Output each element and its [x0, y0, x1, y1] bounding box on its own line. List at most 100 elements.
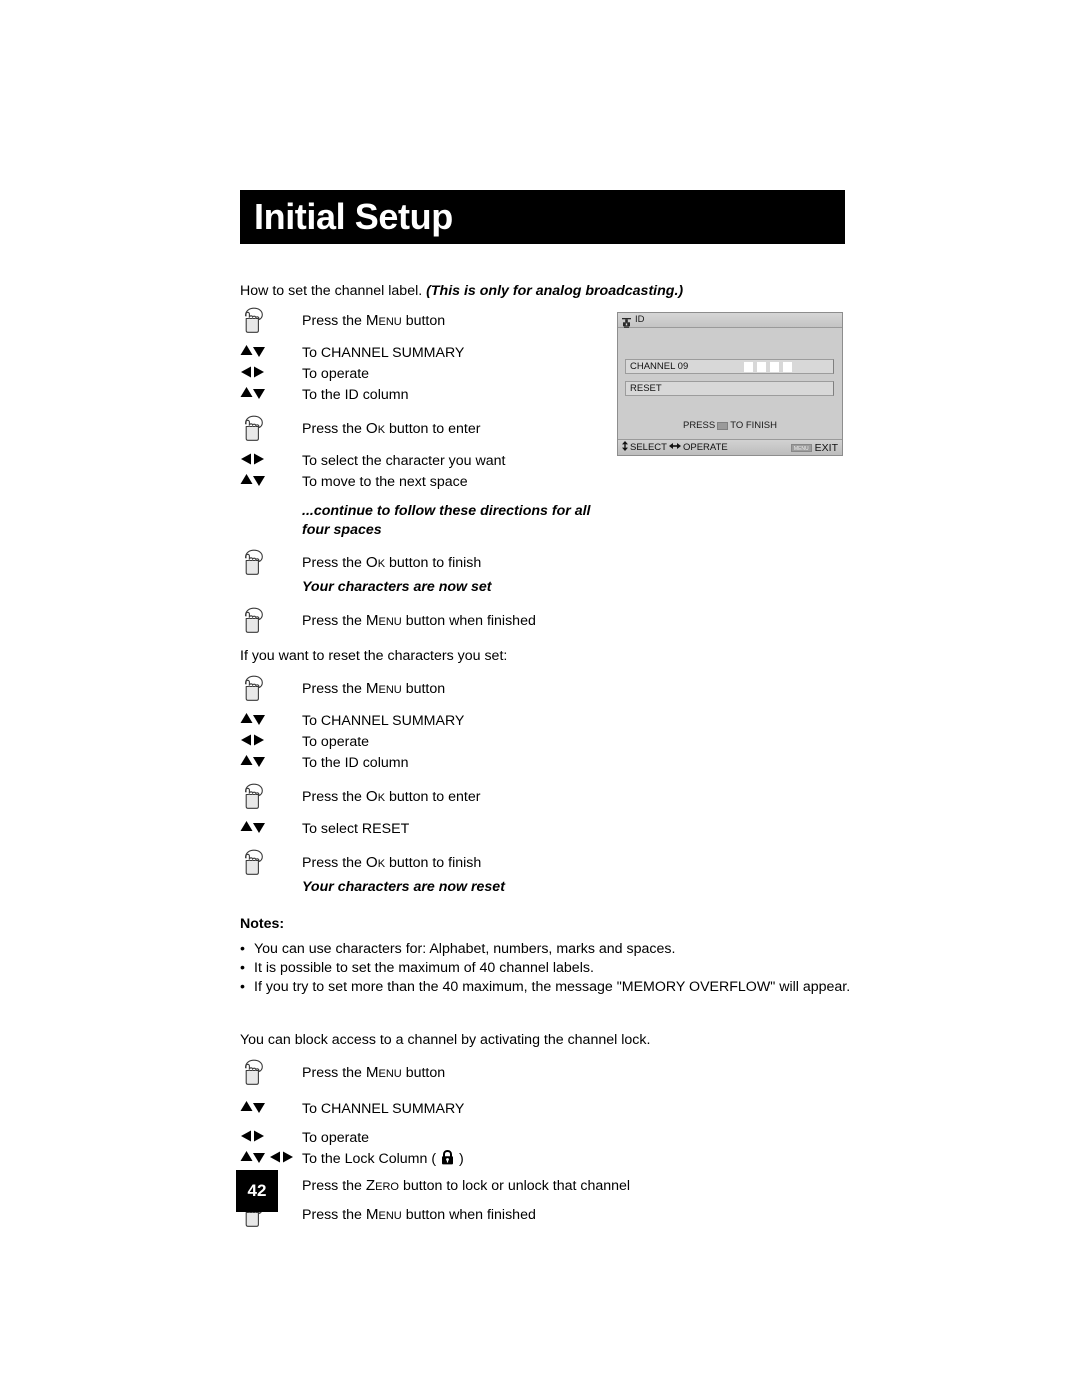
page-number: 42	[247, 1181, 267, 1200]
step-text: To CHANNEL SUMMARY	[302, 345, 465, 361]
step-text: Press the Ok button to enter	[302, 414, 480, 439]
hand-press-icon	[240, 606, 302, 634]
step-row: To operate	[240, 1128, 860, 1149]
step-text-before: To the Lock Column (	[302, 1151, 440, 1167]
step-text-after: button	[401, 1065, 446, 1081]
step-row: To the ID column	[240, 385, 860, 406]
step-text: Press the Menu button	[302, 674, 445, 699]
step-row: To operate	[240, 732, 860, 753]
step-text: To operate	[302, 366, 370, 382]
reset-section-heading: If you want to reset the characters you …	[240, 648, 508, 664]
step-text: To the ID column	[302, 755, 409, 771]
up-down-arrows-icon	[240, 1099, 302, 1114]
step-text-after: button	[401, 681, 446, 697]
result-note-row: Your characters are now reset	[240, 877, 860, 898]
intro-line: How to set the channel label. (This is o…	[240, 282, 860, 300]
step-text-before: Press the	[302, 421, 366, 437]
hand-press-icon	[240, 674, 302, 702]
intro-emphasis: (This is only for analog broadcasting.)	[426, 283, 684, 299]
step-text-after: button to finish	[385, 855, 482, 871]
step-text-after: button	[401, 313, 446, 329]
section-set-steps: Press the Menu button To CHANNEL SUMMARY	[240, 306, 860, 635]
step-text: To CHANNEL SUMMARY	[302, 713, 465, 729]
step-text: To CHANNEL SUMMARY	[302, 1101, 465, 1117]
no-icon	[240, 501, 302, 502]
left-right-arrows-icon	[240, 451, 302, 466]
step-text-after: button when finished	[401, 613, 536, 629]
step-row: To operate	[240, 364, 860, 385]
step-text-before: Press the	[302, 1065, 366, 1081]
intro-label: How to set the channel label.	[240, 283, 423, 299]
step-text-after: button when finished	[401, 1207, 536, 1223]
hand-press-icon	[240, 548, 302, 576]
note-list-item: • If you try to set more than the 40 max…	[240, 978, 860, 996]
note-list-item: • You can use characters for: Alphabet, …	[240, 940, 860, 958]
no-icon	[240, 877, 302, 878]
bullet-icon: •	[240, 941, 245, 957]
bullet-icon: •	[240, 979, 245, 995]
step-text-before: Press the	[302, 555, 366, 571]
step-text: Press the Ok button to enter	[302, 782, 480, 807]
hand-press-icon	[240, 414, 302, 442]
up-down-arrows-icon	[240, 753, 302, 768]
keycap-label: Menu	[365, 312, 402, 329]
step-text-before: Press the	[302, 855, 366, 871]
result-note: Your characters are now set	[302, 579, 492, 595]
step-text: To the Lock Column ( )	[302, 1149, 464, 1171]
step-text: Press the Ok button to finish	[302, 548, 481, 573]
hand-press-icon	[240, 306, 302, 334]
step-text-after: )	[455, 1151, 464, 1167]
up-down-arrows-icon	[240, 385, 302, 400]
hand-press-icon	[240, 782, 302, 810]
note-text: It is possible to set the maximum of 40 …	[254, 960, 594, 976]
left-right-arrows-icon	[240, 732, 302, 747]
step-text: To move to the next space	[302, 474, 468, 490]
step-text-before: Press the	[302, 681, 366, 697]
step-text: Press the Menu button when finished	[302, 1200, 536, 1225]
lock-icon	[441, 1149, 454, 1171]
left-right-arrows-icon	[240, 364, 302, 379]
step-text-before: Press the	[302, 613, 366, 629]
keycap-label: Ok	[365, 788, 386, 805]
step-text: To the ID column	[302, 387, 409, 403]
hand-press-icon	[240, 1058, 302, 1086]
result-note-row: Your characters are now set	[240, 577, 860, 598]
step-row: To the Lock Column ( )	[240, 1149, 860, 1171]
step-text: Press the Menu button	[302, 1058, 445, 1083]
continue-note-row: ...continue to follow these directions f…	[240, 501, 860, 540]
keycap-label: Zero	[365, 1177, 399, 1194]
step-row: To CHANNEL SUMMARY	[240, 343, 860, 364]
step-text-before: Press the	[302, 313, 366, 329]
page-title-bar: Initial Setup	[240, 190, 845, 244]
up-down-arrows-icon	[240, 819, 302, 834]
up-down-arrows-icon	[240, 472, 302, 487]
step-text: To select the character you want	[302, 453, 506, 469]
bullet-icon: •	[240, 960, 245, 976]
step-text-before: Press the	[302, 789, 366, 805]
step-text-after: button to enter	[385, 421, 481, 437]
no-icon	[240, 577, 302, 578]
keycap-label: Ok	[365, 854, 386, 871]
step-row: Press the Menu button	[240, 674, 860, 703]
page-content: How to set the channel label. (This is o…	[240, 282, 860, 1229]
keycap-label: Ok	[365, 420, 386, 437]
step-row: Press the Ok button to finish	[240, 548, 860, 577]
keycap-label: Menu	[365, 612, 402, 629]
step-text-before: Press the	[302, 1178, 366, 1194]
step-row: Press the Menu button when finished	[240, 606, 860, 635]
step-row: To the ID column	[240, 753, 860, 774]
manual-page: Initial Setup ID CHANNEL 09 RESET PRESS …	[0, 0, 1080, 1397]
step-row: To move to the next space	[240, 472, 860, 493]
section-reset-steps: Press the Menu button To CHANNEL SUMMARY	[240, 674, 860, 898]
step-text: To select RESET	[302, 821, 410, 837]
step-row: Press the Ok button to enter	[240, 782, 860, 811]
page-title: Initial Setup	[254, 196, 453, 237]
step-text: Press the Ok button to finish	[302, 848, 481, 873]
step-text: Press the Menu button	[302, 306, 445, 331]
step-row: To select RESET	[240, 819, 860, 840]
left-right-arrows-icon	[240, 1128, 302, 1143]
note-text: If you try to set more than the 40 maxim…	[254, 979, 851, 995]
step-text: Press the Zero button to lock or unlock …	[302, 1171, 630, 1196]
step-text: To operate	[302, 1130, 370, 1146]
step-row: To select the character you want	[240, 451, 860, 472]
